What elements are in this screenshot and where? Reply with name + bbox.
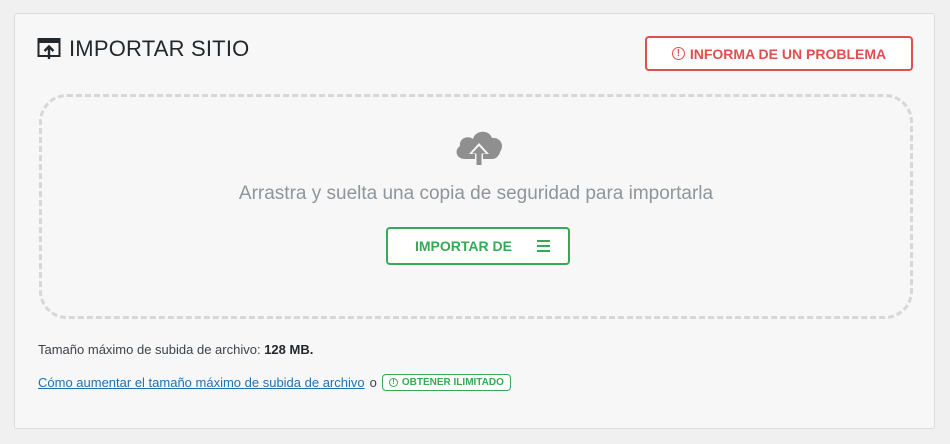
dropzone-instructions: Arrastra y suelta una copia de seguridad… [238,183,714,204]
panel-header: IMPORTAR SITIO [37,36,249,62]
page-title: IMPORTAR SITIO [69,36,250,61]
max-upload-size: Tamaño máximo de subida de archivo: 128 … [38,342,313,357]
warning-circle-icon: ! [671,47,685,60]
import-site-icon [37,37,61,61]
info-circle-icon: ! [388,378,398,387]
get-unlimited-label: OBTENER ILIMITADO [401,377,504,388]
increase-upload-size-link[interactable]: Cómo aumentar el tamaño máximo de subida… [38,375,365,390]
max-size-value: 128 MB. [264,342,314,357]
get-unlimited-button[interactable]: ! OBTENER ILIMITADO [381,374,511,391]
import-from-button[interactable]: IMPORTAR DE [386,227,570,265]
upload-help-row: Cómo aumentar el tamaño máximo de subida… [38,374,511,391]
report-problem-button[interactable]: ! INFORMA DE UN PROBLEMA [645,36,913,71]
import-site-panel: IMPORTAR SITIO ! INFORMA DE UN PROBLEMA … [14,13,935,429]
separator-text: o [369,375,377,390]
hamburger-menu-icon [536,240,550,252]
max-size-label: Tamaño máximo de subida de archivo: [38,342,261,357]
report-problem-label: INFORMA DE UN PROBLEMA [689,45,887,62]
import-from-label: IMPORTAR DE [415,238,512,254]
backup-dropzone[interactable]: Arrastra y suelta una copia de seguridad… [39,94,913,319]
cloud-upload-icon [452,125,506,169]
